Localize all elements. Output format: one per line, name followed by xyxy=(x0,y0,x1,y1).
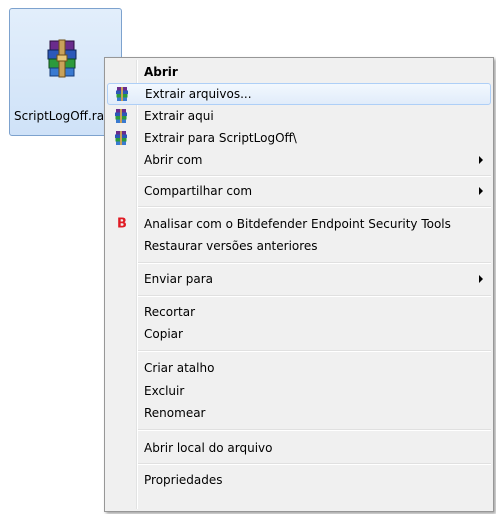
menu-item-open-file-location[interactable]: Abrir local do arquivo xyxy=(107,437,491,459)
menu-item-label: Compartilhar com xyxy=(144,184,253,198)
menu-separator xyxy=(138,206,491,208)
menu-item-label: Excluir xyxy=(144,384,185,398)
menu-separator xyxy=(138,463,491,465)
menu-separator xyxy=(138,262,491,264)
menu-item-open-with[interactable]: Abrir com xyxy=(107,149,491,171)
context-menu: Abrir Extrair arquivos... Extrair aqui E… xyxy=(104,57,494,512)
menu-item-label: Analisar com o Bitdefender Endpoint Secu… xyxy=(144,217,451,231)
menu-item-label: Restaurar versões anteriores xyxy=(144,239,318,253)
menu-item-open[interactable]: Abrir xyxy=(107,61,491,83)
menu-item-create-shortcut[interactable]: Criar atalho xyxy=(107,357,491,379)
menu-item-label: Extrair aqui xyxy=(144,109,214,123)
menu-separator xyxy=(138,175,491,177)
menu-item-copy[interactable]: Copiar xyxy=(107,323,491,345)
menu-item-label: Propriedades xyxy=(144,473,223,487)
submenu-arrow-icon xyxy=(479,187,483,195)
menu-item-label: Copiar xyxy=(144,327,183,341)
menu-item-extract-to-folder[interactable]: Extrair para ScriptLogOff\ xyxy=(107,127,491,149)
menu-separator xyxy=(138,295,491,297)
winrar-icon xyxy=(115,109,127,123)
menu-item-label: Extrair arquivos... xyxy=(145,87,252,101)
menu-item-extract-here[interactable]: Extrair aqui xyxy=(107,105,491,127)
menu-item-label: Criar atalho xyxy=(144,361,215,375)
menu-item-cut[interactable]: Recortar xyxy=(107,301,491,323)
menu-separator xyxy=(138,429,491,431)
menu-item-send-to[interactable]: Enviar para xyxy=(107,268,491,290)
winrar-icon xyxy=(116,87,128,101)
winrar-icon xyxy=(115,131,127,145)
menu-item-properties[interactable]: Propriedades xyxy=(107,469,491,491)
menu-item-share-with[interactable]: Compartilhar com xyxy=(107,180,491,202)
menu-item-delete[interactable]: Excluir xyxy=(107,380,491,402)
menu-item-restore-previous-versions[interactable]: Restaurar versões anteriores xyxy=(107,235,491,257)
menu-item-rename[interactable]: Renomear xyxy=(107,402,491,424)
winrar-archive-icon xyxy=(47,39,77,78)
menu-item-label: Enviar para xyxy=(144,272,213,286)
menu-item-label: Recortar xyxy=(144,305,196,319)
menu-item-label: Abrir com xyxy=(144,153,203,167)
menu-separator xyxy=(138,350,491,352)
menu-item-extract-files[interactable]: Extrair arquivos... xyxy=(107,83,491,105)
menu-item-bitdefender-scan[interactable]: B Analisar com o Bitdefender Endpoint Se… xyxy=(107,213,491,235)
menu-item-label: Abrir xyxy=(144,65,178,79)
menu-item-label: Abrir local do arquivo xyxy=(144,441,273,455)
submenu-arrow-icon xyxy=(479,156,483,164)
submenu-arrow-icon xyxy=(479,275,483,283)
menu-item-label: Extrair para ScriptLogOff\ xyxy=(144,131,297,145)
bitdefender-icon: B xyxy=(117,216,127,232)
menu-item-label: Renomear xyxy=(144,406,206,420)
